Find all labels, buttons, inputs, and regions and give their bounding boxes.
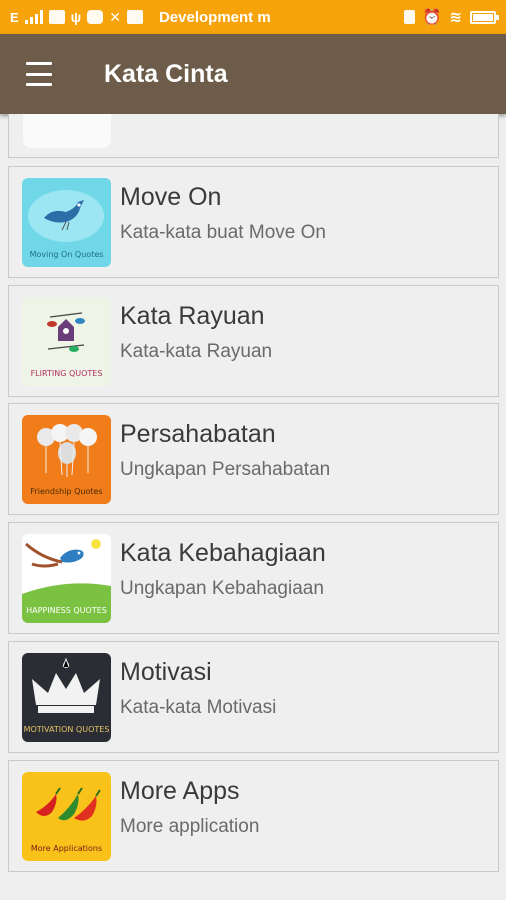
list-item-motivasi[interactable]: MOTIVATION QUOTES Motivasi Kata-kata Mot… [8,641,499,753]
item-title: Kata Kebahagiaan [120,539,326,567]
thumbnail-caption: HAPPINESS QUOTES [26,606,107,615]
item-title: More Apps [120,777,240,805]
battery-icon [470,10,499,24]
app-bar: Kata Cinta [0,34,506,114]
thumbnail-motivasi: MOTIVATION QUOTES [22,653,111,742]
thumbnail-caption: More Applications [30,844,103,853]
item-subtitle: Kata-kata Rayuan [120,341,273,362]
app-notification-icon [126,10,143,24]
thumbnail-kata-kebahagiaan: HAPPINESS QUOTES [22,534,111,623]
item-title: Motivasi [120,658,212,686]
status-carrier-text: Development m [158,8,271,26]
thumbnail-move-on: Moving On Quotes [22,178,111,267]
network-e-icon: E [10,9,19,25]
message-icon [87,10,104,24]
thumbnail-persahabatan: Friendship Quotes [22,415,111,504]
alarm-icon: ⏰ [422,9,442,26]
list-item-kata-kebahagiaan[interactable]: HAPPINESS QUOTES Kata Kebahagiaan Ungkap… [8,522,499,634]
sim-icon [403,10,415,24]
signal-icon [24,10,43,24]
item-subtitle: More application [120,816,260,837]
item-subtitle: Ungkapan Persahabatan [120,459,331,480]
list-item-move-on[interactable]: Moving On Quotes Move On Kata-kata buat … [8,166,499,278]
usb-icon: ψ [70,9,82,25]
status-right: ⏰ ≋ [403,8,499,26]
status-bar: E ψ ✕ Development m ⏰ ≋ [0,0,506,34]
app-title: Kata Cinta [104,59,228,88]
thumbnail-kata-rayuan: FLIRTING QUOTES [22,297,111,386]
item-title: Kata Rayuan [120,302,265,330]
thumbnail [23,114,111,148]
list-item-persahabatan[interactable]: Friendship Quotes Persahabatan Ungkapan … [8,403,499,515]
list-item-kata-rayuan[interactable]: FLIRTING QUOTES Kata Rayuan Kata-kata Ra… [8,285,499,397]
thumbnail-caption: Moving On Quotes [29,250,104,259]
thumbnail-caption: MOTIVATION QUOTES [23,725,110,734]
item-subtitle: Ungkapan Kebahagiaan [120,578,324,599]
item-title: Persahabatan [120,420,276,448]
hamburger-menu-icon[interactable] [26,62,58,86]
status-left: E ψ ✕ Development m [10,9,289,26]
item-subtitle: Kata-kata Motivasi [120,697,277,718]
item-subtitle: Kata-kata buat Move On [120,222,326,243]
thumbnail-caption: Friendship Quotes [30,487,103,496]
thumbnail-caption: FLIRTING QUOTES [30,369,103,378]
item-title: Move On [120,183,222,211]
tools-icon: ✕ [109,8,121,25]
list-item-more-apps[interactable]: More Applications More Apps More applica… [8,760,499,872]
list-item-partial[interactable] [8,114,499,158]
shopping-bag-icon [48,10,65,24]
wifi-icon: ≋ [449,9,462,26]
thumbnail-more-apps: More Applications [22,772,111,861]
